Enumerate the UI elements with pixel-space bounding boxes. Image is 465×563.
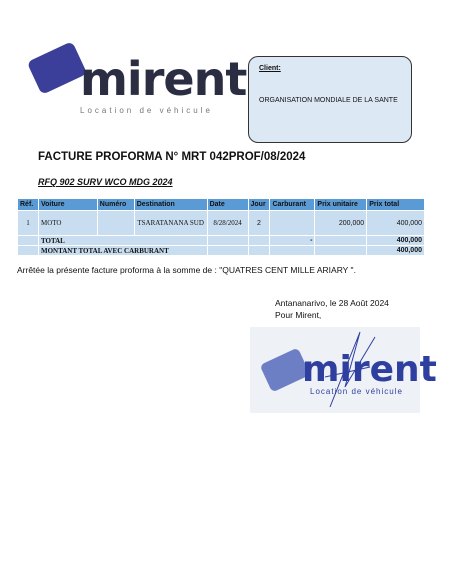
signoff: Pour Mirent, — [275, 310, 322, 320]
client-name: ORGANISATION MONDIALE DE LA SANTE — [259, 97, 398, 104]
amount-in-words: Arrêtée la présente facture proforma à l… — [17, 265, 356, 275]
client-label: Client: — [259, 65, 281, 72]
header-jour: Jour — [247, 198, 271, 211]
cell-ref: 1 — [17, 210, 39, 236]
montant-value: 400,000 — [366, 245, 425, 256]
header-prix-unitaire: Prix unitaire — [314, 198, 368, 211]
header-destination: Destination — [133, 198, 208, 211]
cell-jour: 2 — [247, 210, 271, 236]
total-carburant: - — [269, 235, 316, 246]
header-voiture: Voiture — [37, 198, 98, 211]
cell-voiture: MOTO — [37, 210, 98, 236]
header-ref: Réf. — [17, 198, 39, 211]
total-label: TOTAL — [37, 235, 208, 246]
company-stamp: mirent Location de véhicule — [250, 327, 437, 413]
total-value: 400,000 — [366, 235, 425, 246]
logo-word: mirent — [80, 52, 247, 106]
signature-block: Antananarivo, le 28 Août 2024 Pour Miren… — [275, 297, 389, 321]
cell-numero — [96, 210, 135, 236]
company-logo: mirent Location de véhicule — [26, 40, 247, 120]
invoice-title: FACTURE PROFORMA N° MRT 042PROF/08/2024 — [38, 151, 306, 163]
table-header: Réf. Voiture Numéro Destination Date Jou… — [17, 198, 425, 211]
cell-carburant — [269, 210, 316, 236]
car-tag-icon — [26, 41, 88, 95]
client-box: Client: ORGANISATION MONDIALE DE LA SANT… — [248, 56, 412, 143]
cell-prix-unitaire: 200,000 — [314, 210, 368, 236]
montant-label: MONTANT TOTAL AVEC CARBURANT — [37, 245, 208, 256]
logo-subtitle: Location de véhicule — [80, 106, 213, 115]
signature-scribble — [324, 331, 376, 408]
total-row: TOTAL - 400,000 — [17, 235, 425, 246]
cell-prix-total: 400,000 — [366, 210, 425, 236]
montant-row: MONTANT TOTAL AVEC CARBURANT 400,000 — [17, 245, 425, 256]
cell-destination: TSARATANANA SUD — [133, 210, 208, 236]
table-row: 1 MOTO TSARATANANA SUD 8/28/2024 2 200,0… — [17, 210, 425, 236]
cell-date: 8/28/2024 — [206, 210, 249, 236]
invoice-table: Réf. Voiture Numéro Destination Date Jou… — [17, 198, 425, 256]
place-date: Antananarivo, le 28 Août 2024 — [275, 298, 389, 308]
invoice-page: mirent Location de véhicule Client: ORGA… — [0, 0, 465, 563]
header-date: Date — [206, 198, 249, 211]
header-carburant: Carburant — [269, 198, 316, 211]
header-numero: Numéro — [96, 198, 135, 211]
invoice-reference: RFQ 902 SURV WCO MDG 2024 — [38, 177, 173, 187]
header-prix-total: Prix total — [366, 198, 425, 211]
